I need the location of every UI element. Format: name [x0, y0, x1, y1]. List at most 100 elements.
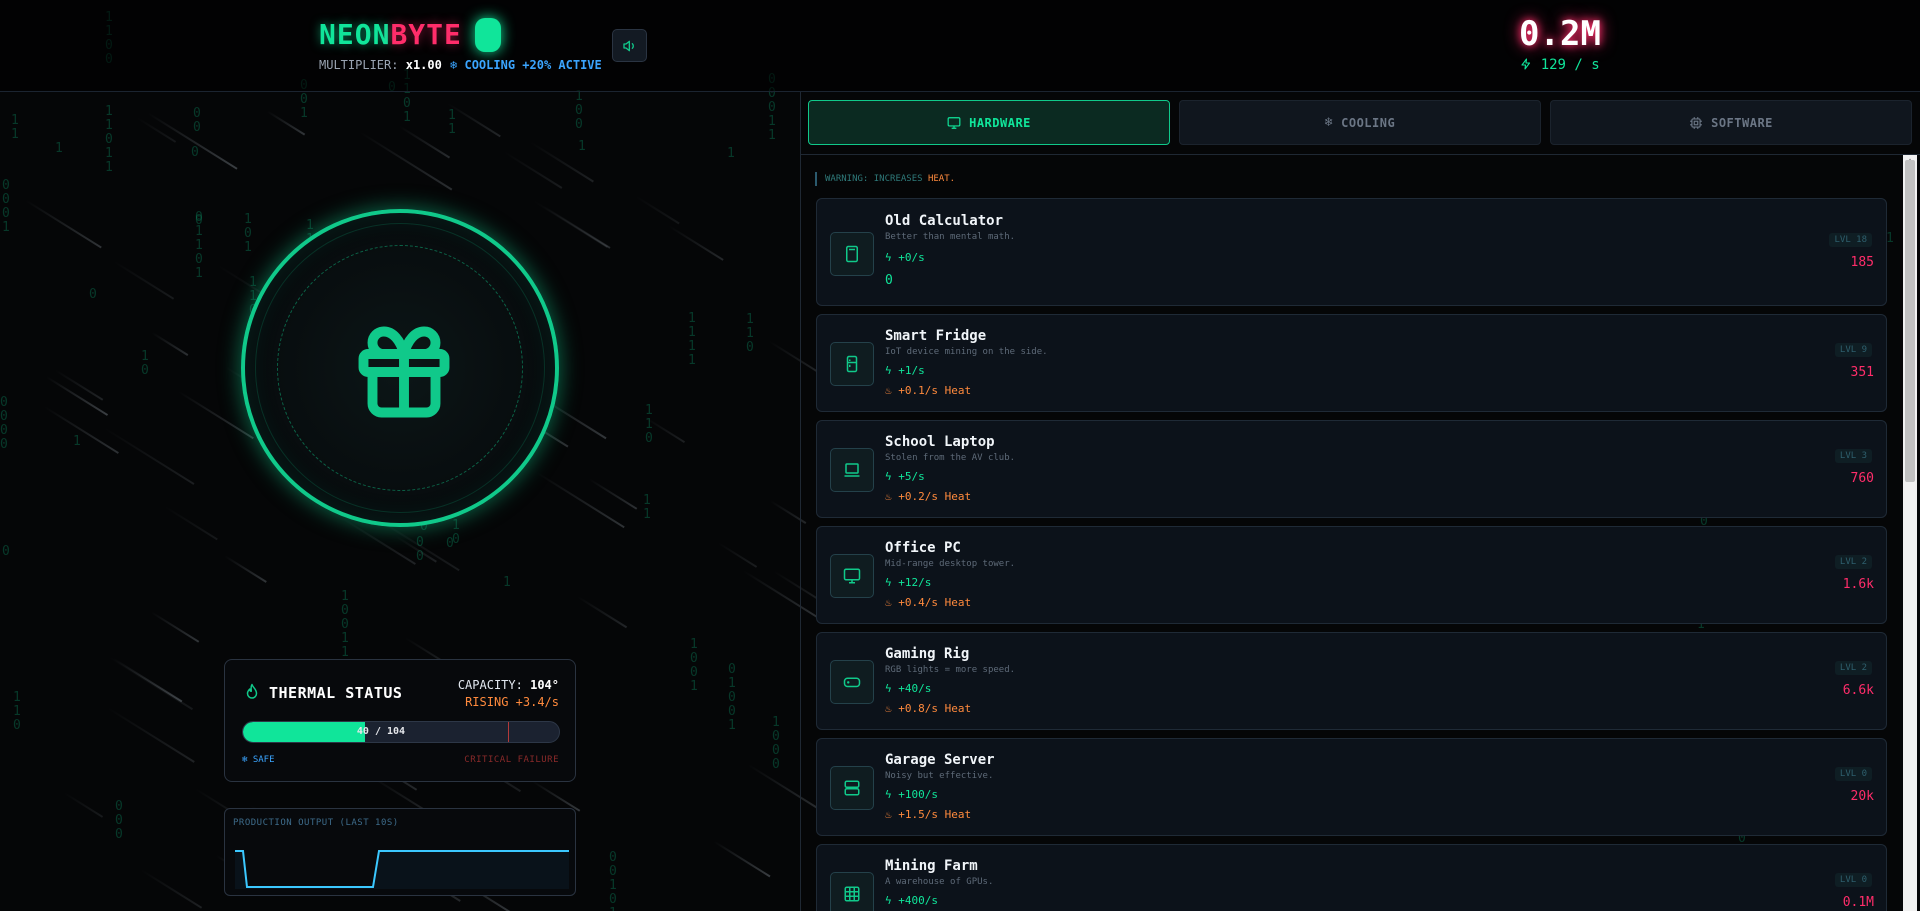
background-streak: [742, 569, 825, 623]
item-production: ϟ +40/s: [885, 682, 932, 695]
item-level-badge: LVL 3: [1834, 449, 1872, 463]
item-name: Gaming Rig: [885, 646, 970, 662]
background-streak: [644, 416, 686, 444]
background-streak: [668, 225, 724, 261]
capacity-readout: CAPACITY: 104°: [457, 678, 559, 692]
gamepad-icon: [830, 660, 874, 704]
background-glyph-column: 1 1: [11, 113, 19, 142]
tab-hardware[interactable]: HARDWARE: [808, 100, 1170, 145]
background-streak: [635, 195, 680, 225]
background-glyph-column: 1 1 0: [746, 312, 754, 355]
background-glyph-column: 0 1 0 0 1: [728, 662, 736, 733]
server-icon: [830, 766, 874, 810]
item-production: ϟ +100/s: [885, 788, 938, 801]
item-production: ϟ +12/s: [885, 576, 932, 589]
background-glyph-column: 1 1 0: [13, 690, 21, 733]
background-streak: [224, 555, 267, 583]
item-owned-count: 0: [885, 273, 893, 288]
background-streak: [542, 205, 611, 249]
heat-bar: 40 / 104: [242, 721, 560, 743]
grid-icon: [830, 872, 874, 911]
bolt-icon: ϟ: [885, 788, 892, 801]
background-glyph-column: 0: [446, 536, 454, 551]
tab-cooling[interactable]: ❄ COOLING: [1179, 100, 1541, 145]
logo-mark: [475, 18, 501, 52]
item-description: RGB lights = more speed.: [885, 665, 1016, 675]
top-header: NEONBYTE MULTIPLIER: x1.00 ❄ COOLING +20…: [0, 0, 1920, 92]
background-glyph-column: 0: [89, 287, 97, 302]
calculator-icon: [830, 232, 874, 276]
item-cost: 20k: [1850, 789, 1874, 804]
background-streak: [359, 131, 453, 191]
background-streak: [531, 780, 581, 812]
rate-readout: 129 / s: [1470, 57, 1650, 73]
item-production: ϟ +1/s: [885, 364, 925, 377]
heat-warning: WARNING: INCREASES HEAT.: [815, 172, 955, 186]
background-glyph-column: 0 0: [193, 106, 201, 135]
monitor-icon: [947, 116, 961, 129]
background-streak: [164, 505, 218, 541]
flame-icon: ♨: [885, 702, 892, 715]
background-glyph-column: 0 0: [416, 535, 424, 564]
background-streak: [112, 260, 175, 300]
item-production: ϟ +5/s: [885, 470, 925, 483]
item-description: Better than mental math.: [885, 232, 1016, 242]
background-streak: [151, 332, 189, 356]
item-level-badge: LVL 0: [1834, 873, 1872, 887]
hardware-item-gaming-rig[interactable]: Gaming Rig RGB lights = more speed. ϟ +4…: [816, 632, 1887, 730]
item-heat: ♨ +0.2/s Heat: [885, 490, 972, 503]
background-glyph-column: 1 0 0 1 1: [341, 589, 349, 660]
background-streak: [178, 390, 254, 440]
item-cost: 351: [1850, 365, 1874, 380]
background-glyph-column: 0: [2, 544, 10, 559]
background-streak: [107, 707, 195, 763]
tab-software[interactable]: SOFTWARE: [1550, 100, 1912, 145]
sound-toggle-button[interactable]: [612, 29, 647, 62]
item-level-badge: LVL 9: [1834, 343, 1872, 357]
scrollbar-thumb[interactable]: [1905, 160, 1915, 482]
hardware-item-garage-server[interactable]: Garage Server Noisy but effective. ϟ +10…: [816, 738, 1887, 836]
safe-label: ❄ SAFE: [242, 755, 275, 765]
logo: NEONBYTE: [319, 18, 462, 51]
background-streak: [45, 376, 109, 416]
bolt-icon: ϟ: [885, 894, 892, 907]
hardware-item-old-calculator[interactable]: Old Calculator Better than mental math. …: [816, 198, 1887, 306]
flame-icon: [246, 683, 258, 699]
item-heat: ♨ +0.1/s Heat: [885, 384, 972, 397]
hardware-item-mining-farm[interactable]: Mining Farm A warehouse of GPUs. ϟ +400/…: [816, 844, 1887, 911]
flame-icon: ♨: [885, 808, 892, 821]
background-streak: [140, 869, 203, 909]
item-production: ϟ +400/s: [885, 894, 938, 907]
item-heat: ♨ +0.8/s Heat: [885, 702, 972, 715]
background-streak: [54, 369, 104, 401]
background-streak: [398, 125, 451, 159]
background-streak: [25, 199, 102, 249]
background-glyph-column: 1: [1886, 231, 1894, 246]
background-glyph-column: 1: [73, 434, 81, 449]
monitor-icon: [830, 554, 874, 598]
total-balance: 0.2M: [1519, 14, 1601, 54]
laptop-icon: [830, 448, 874, 492]
background-glyph-column: 1 1 0 1 1: [105, 104, 113, 175]
background-streak: [44, 406, 119, 454]
background-glyph-column: 1 0: [452, 518, 460, 547]
item-production: ϟ +0/s: [885, 251, 925, 264]
background-streak: [107, 655, 194, 711]
mine-click-button[interactable]: [241, 209, 559, 527]
fridge-icon: [830, 342, 874, 386]
item-name: Old Calculator: [885, 213, 1004, 229]
hardware-item-office-pc[interactable]: Office PC Mid-range desktop tower. ϟ +12…: [816, 526, 1887, 624]
item-name: Office PC: [885, 540, 961, 556]
hardware-item-smart-fridge[interactable]: Smart Fridge IoT device mining on the si…: [816, 314, 1887, 412]
hardware-item-school-laptop[interactable]: School Laptop Stolen from the AV club. ϟ…: [816, 420, 1887, 518]
background-glyph-column: 1 0 0 0: [772, 715, 780, 772]
item-level-badge: LVL 18: [1829, 233, 1872, 247]
item-name: Mining Farm: [885, 858, 978, 874]
background-streak: [588, 478, 638, 510]
background-streak: [717, 542, 758, 568]
background-glyph-column: 0: [191, 145, 199, 160]
item-cost: 760: [1850, 471, 1874, 486]
background-streak: [103, 427, 195, 485]
background-glyph-column: 0 0 0: [115, 799, 123, 842]
thermal-title: THERMAL STATUS: [269, 684, 403, 702]
